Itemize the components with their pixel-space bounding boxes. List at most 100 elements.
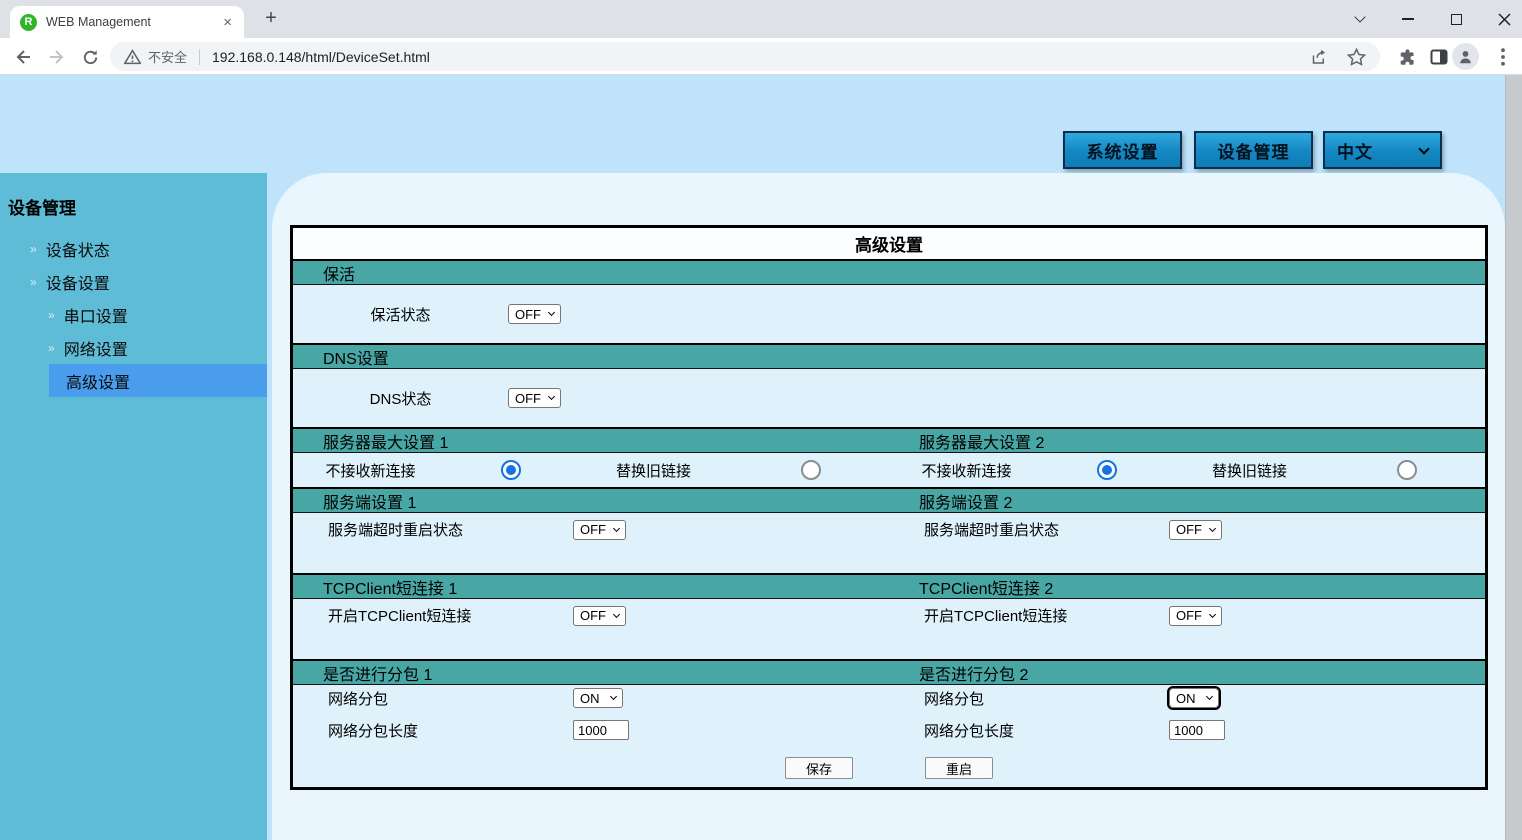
radio-no-new-connection-2[interactable] [1097, 460, 1117, 480]
sidebar-item-device-status[interactable]: » 设备状态 [0, 232, 267, 265]
packet-length-row: 网络分包长度 网络分包长度 [293, 711, 1485, 749]
person-icon [1457, 48, 1474, 65]
extensions-button[interactable] [1395, 46, 1417, 68]
replace-old-link-label-1: 替换旧链接 [573, 460, 734, 481]
tcp-client-short-connection-select-1[interactable]: OFF [573, 606, 626, 626]
address-bar[interactable]: 不安全 192.168.0.148/html/DeviceSet.html [110, 42, 1380, 71]
radio-replace-old-link-1[interactable] [801, 460, 821, 480]
dns-status-select[interactable]: OFF [508, 388, 561, 408]
no-new-connection-label-1: 不接收新连接 [293, 460, 448, 481]
sidebar-item-network-settings[interactable]: » 网络设置 [0, 331, 267, 364]
packet-header-1: 是否进行分包 1 [293, 661, 432, 685]
tcp-client-enable-label-1: 开启TCPClient短连接 [328, 605, 573, 626]
form-actions-row: 保存 重启 [293, 749, 1485, 787]
packet-length-input-1[interactable] [573, 720, 629, 740]
minimize-icon [1402, 18, 1414, 20]
section-header-packet: 是否进行分包 1 是否进行分包 2 [293, 659, 1485, 685]
sidebar-item-serial-settings[interactable]: » 串口设置 [0, 298, 267, 331]
security-label[interactable]: 不安全 [148, 47, 187, 66]
tab-close-button[interactable]: × [221, 15, 234, 30]
network-packet-label-2: 网络分包 [924, 688, 1169, 709]
bookmark-button[interactable] [1347, 48, 1366, 66]
advanced-settings-table: 高级设置 保活 保活状态 OFF DNS设置 DNS状态 [290, 225, 1488, 790]
server-timeout-row: 服务端超时重启状态 OFF 服务端超时重启状态 OFF [293, 513, 1485, 573]
packet-length-input-2[interactable] [1169, 720, 1225, 740]
reload-button[interactable] [79, 46, 101, 68]
chevron-down-icon [548, 309, 555, 316]
back-button[interactable] [12, 46, 34, 68]
sidebar-item-device-settings[interactable]: » 设备设置 [0, 265, 267, 298]
tab-title: WEB Management [46, 15, 221, 29]
arrow-bullet-icon: » [30, 275, 37, 289]
keepalive-status-row: 保活状态 OFF [293, 285, 1485, 343]
page-scrollbar[interactable] [1505, 75, 1522, 840]
section-header-dns: DNS设置 [293, 343, 1485, 369]
content-area: 高级设置 保活 保活状态 OFF DNS设置 DNS状态 [272, 173, 1505, 840]
tab-bar: R WEB Management × + [0, 0, 1522, 38]
warning-icon [124, 49, 141, 65]
keepalive-status-select[interactable]: OFF [508, 304, 561, 324]
url-divider [199, 49, 200, 65]
radio-replace-old-link-2[interactable] [1397, 460, 1417, 480]
language-select[interactable]: 中文 [1323, 131, 1442, 169]
share-button[interactable] [1310, 48, 1329, 66]
window-close-button[interactable] [1487, 0, 1521, 38]
network-packet-row: 网络分包 ON 网络分包 ON [293, 685, 1485, 711]
replace-old-link-label-2: 替换旧链接 [1169, 460, 1330, 481]
minimize-button[interactable] [1391, 0, 1425, 38]
maximize-button[interactable] [1439, 0, 1473, 38]
sidebar: 设备管理 » 设备状态 » 设备设置 » 串口设置 » 网络设置 [0, 173, 267, 840]
sidebar-item-advanced-settings[interactable]: 高级设置 [49, 364, 267, 397]
server-timeout-restart-select-1[interactable]: OFF [573, 520, 626, 540]
network-packet-label-1: 网络分包 [328, 688, 573, 709]
network-packet-select-1[interactable]: ON [573, 688, 623, 708]
packet-length-label-2: 网络分包长度 [924, 720, 1169, 741]
arrow-bullet-icon: » [48, 341, 55, 355]
forward-icon [47, 47, 67, 67]
restart-button[interactable]: 重启 [925, 757, 993, 779]
server-max-header-2: 服务器最大设置 2 [889, 429, 1044, 453]
section-header-server-side: 服务端设置 1 服务端设置 2 [293, 487, 1485, 513]
network-packet-select-2[interactable]: ON [1169, 688, 1219, 708]
close-icon [1498, 13, 1511, 26]
radio-no-new-connection-1[interactable] [501, 460, 521, 480]
chevron-down-icon [610, 693, 617, 700]
system-settings-button[interactable]: 系统设置 [1063, 131, 1182, 169]
no-new-connection-label-2: 不接收新连接 [889, 460, 1044, 481]
arrow-bullet-icon: » [48, 308, 55, 322]
packet-header-2: 是否进行分包 2 [889, 661, 1028, 685]
kebab-menu-icon [1501, 48, 1505, 66]
star-icon [1347, 48, 1366, 66]
browser-tab[interactable]: R WEB Management × [10, 6, 244, 38]
keepalive-status-label: 保活状态 [293, 304, 508, 325]
tcp-client-header-2: TCPClient短连接 2 [889, 575, 1053, 599]
browser-menu-button[interactable] [1492, 46, 1514, 68]
packet-length-label-1: 网络分包长度 [328, 720, 573, 741]
save-button[interactable]: 保存 [785, 757, 853, 779]
chevron-down-icon [613, 610, 620, 617]
puzzle-icon [1396, 47, 1416, 67]
language-select-value: 中文 [1337, 138, 1373, 163]
tcp-client-short-connection-select-2[interactable]: OFF [1169, 606, 1222, 626]
section-header-server-max: 服务器最大设置 1 服务器最大设置 2 [293, 427, 1485, 453]
chevron-down-icon [1418, 143, 1429, 154]
server-timeout-label-2: 服务端超时重启状态 [924, 519, 1169, 540]
new-tab-button[interactable]: + [258, 5, 284, 31]
server-timeout-restart-select-2[interactable]: OFF [1169, 520, 1222, 540]
forward-button[interactable] [46, 46, 68, 68]
chevron-down-icon [548, 393, 555, 400]
share-icon [1310, 48, 1329, 66]
tcp-client-header-1: TCPClient短连接 1 [293, 575, 457, 599]
server-timeout-label-1: 服务端超时重启状态 [328, 519, 573, 540]
section-header-tcp-client: TCPClient短连接 1 TCPClient短连接 2 [293, 573, 1485, 599]
maximize-icon [1451, 14, 1462, 25]
device-management-button[interactable]: 设备管理 [1194, 131, 1313, 169]
url-text[interactable]: 192.168.0.148/html/DeviceSet.html [212, 49, 430, 65]
tab-search-button[interactable] [1343, 0, 1377, 38]
chevron-down-icon [613, 524, 620, 531]
dns-status-label: DNS状态 [293, 388, 508, 409]
server-side-header-2: 服务端设置 2 [889, 489, 1012, 513]
side-panel-button[interactable] [1428, 46, 1450, 68]
profile-avatar[interactable] [1452, 43, 1479, 70]
side-panel-icon [1429, 47, 1449, 67]
